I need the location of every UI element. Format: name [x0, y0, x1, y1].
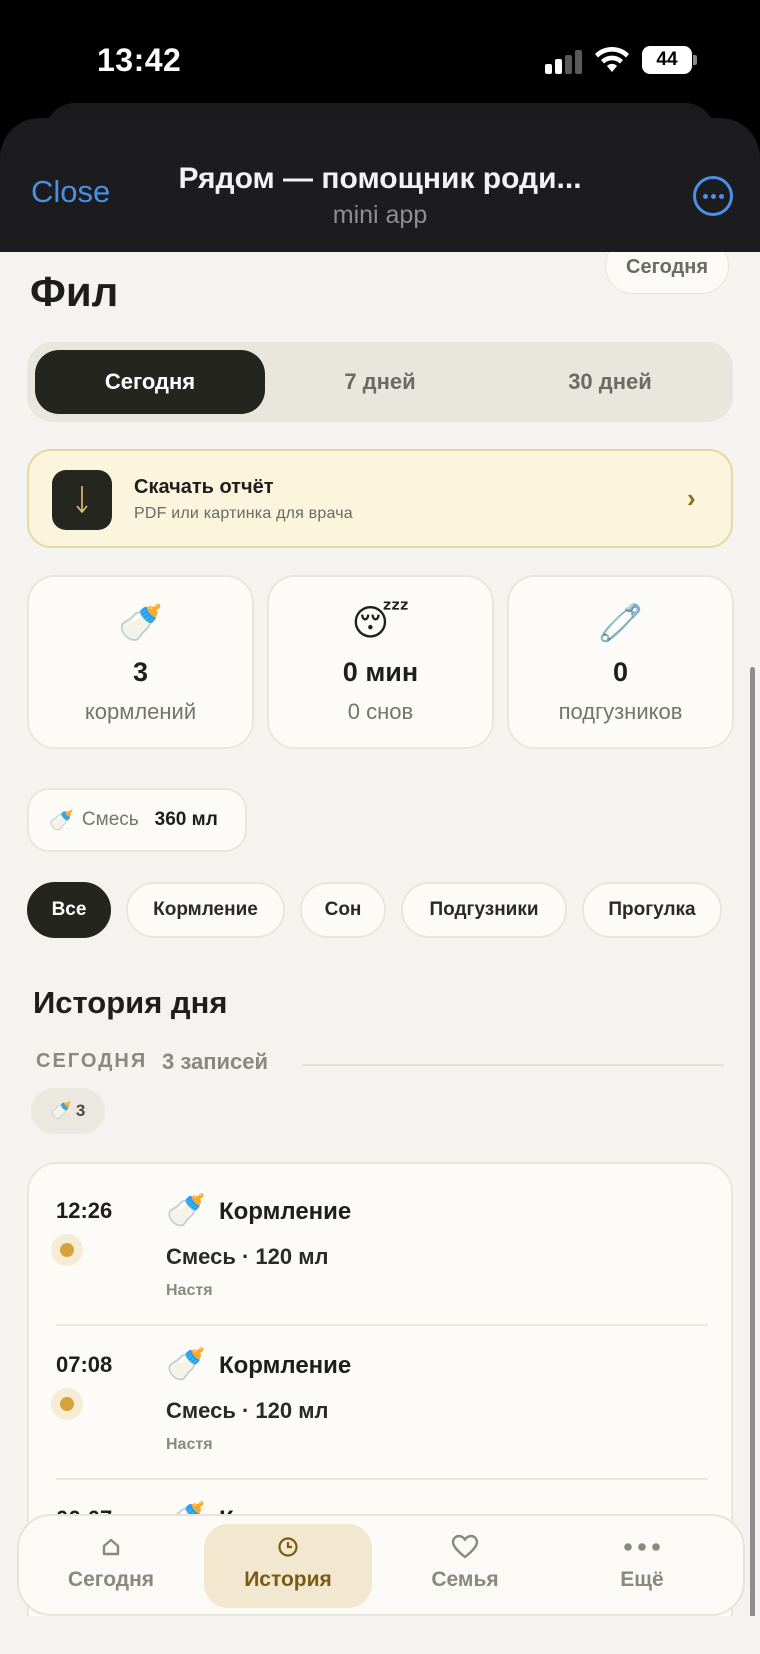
- baby-bottle-icon: 🍼: [166, 1346, 206, 1382]
- history-title: История дня: [33, 985, 228, 1020]
- stat-value: 0 мин: [342, 657, 419, 687]
- baby-bottle-icon: 🍼: [118, 602, 163, 643]
- formula-summary-chip: 🍼 Смесь 360 мл: [27, 788, 247, 852]
- stat-value: 0: [612, 657, 629, 687]
- status-time: 13:42: [97, 42, 182, 78]
- entry-time: 12:26: [56, 1198, 113, 1223]
- tab-7-days[interactable]: 7 дней: [265, 350, 495, 414]
- battery-tip: [693, 55, 697, 65]
- more-options-button[interactable]: [693, 176, 733, 216]
- filter-diapers[interactable]: Подгузники: [401, 882, 567, 938]
- baby-bottle-icon: 🍼: [50, 1101, 72, 1120]
- stat-label: подгузников: [558, 699, 683, 724]
- tab-today[interactable]: Сегодня: [35, 350, 265, 414]
- download-icon: [52, 470, 112, 530]
- mini-app-header: Close Рядом — помощник роди... mini app: [0, 118, 760, 252]
- close-button[interactable]: Close: [31, 174, 110, 210]
- bottom-navigation: Сегодня История Семья Ещё: [17, 1514, 745, 1616]
- cellular-signal-icon: [545, 50, 583, 74]
- clock-icon: [204, 1534, 372, 1560]
- history-entry[interactable]: 07:08 🍼 Кормление Смесь · 120 мл Настя: [29, 1318, 731, 1472]
- entry-author: Настя: [166, 1436, 213, 1453]
- safety-pin-icon: 🧷: [598, 602, 643, 643]
- stat-card-diapers: 🧷 0 подгузников: [507, 575, 734, 749]
- today-pill[interactable]: Сегодня: [605, 252, 730, 294]
- stat-card-sleep: 😴 0 мин 0 снов: [267, 575, 494, 749]
- feeding-count-chip: 🍼 3: [31, 1088, 105, 1134]
- chevron-right-icon: ›: [687, 483, 696, 513]
- timeline-dot: [51, 1388, 83, 1420]
- bottom-safe-area: [0, 1616, 760, 1654]
- entry-time: 07:08: [56, 1352, 113, 1377]
- sleeping-face-icon: 😴: [351, 602, 410, 643]
- scrollbar[interactable]: [750, 667, 755, 1635]
- filter-sleep[interactable]: Сон: [300, 882, 386, 938]
- timeline-dot: [51, 1234, 83, 1266]
- nav-label: Сегодня: [67, 1568, 155, 1591]
- entries-count: 3 записей: [162, 1049, 269, 1074]
- filter-feeding[interactable]: Кормление: [126, 882, 285, 938]
- entry-title: Кормление: [219, 1352, 352, 1379]
- heart-icon: [381, 1534, 549, 1560]
- entry-title: Кормление: [219, 1198, 352, 1225]
- history-entry[interactable]: 12:26 🍼 Кормление Смесь · 120 мл Настя: [29, 1164, 731, 1318]
- entry-detail: Смесь · 120 мл: [166, 1244, 329, 1269]
- report-title: Скачать отчёт: [134, 476, 274, 498]
- stat-value: 3: [132, 657, 149, 687]
- download-report-card[interactable]: Скачать отчёт PDF или картинка для врача…: [27, 449, 733, 548]
- nav-family[interactable]: Семья: [381, 1524, 549, 1608]
- formula-value: 360 мл: [154, 809, 218, 830]
- nav-history[interactable]: История: [204, 1524, 372, 1608]
- main-content: Сегодня Фил Сегодня 7 дней 30 дней Скача…: [0, 252, 760, 1654]
- wifi-icon: [595, 46, 629, 72]
- stat-card-feedings: 🍼 3 кормлений: [27, 575, 254, 749]
- baby-bottle-icon: 🍼: [166, 1192, 206, 1228]
- battery-indicator: 44: [642, 46, 692, 74]
- entry-detail: Смесь · 120 мл: [166, 1398, 329, 1423]
- nav-label: Семья: [431, 1568, 499, 1591]
- home-icon: [27, 1534, 195, 1560]
- filter-all[interactable]: Все: [27, 882, 111, 938]
- tab-30-days[interactable]: 30 дней: [495, 350, 725, 414]
- stat-label: кормлений: [84, 699, 197, 724]
- nav-today[interactable]: Сегодня: [27, 1524, 195, 1608]
- nav-label: История: [244, 1568, 332, 1591]
- report-subtitle: PDF или картинка для врача: [134, 505, 353, 522]
- filter-walk[interactable]: Прогулка: [582, 882, 722, 938]
- status-bar: 13:42 44: [0, 0, 760, 110]
- formula-label: Смесь: [81, 809, 139, 830]
- divider: [302, 1064, 724, 1066]
- nav-label: Ещё: [620, 1568, 664, 1591]
- period-segmented-control: Сегодня 7 дней 30 дней: [27, 342, 733, 422]
- day-label: сегодня: [36, 1050, 148, 1072]
- entry-author: Настя: [166, 1282, 213, 1299]
- baby-bottle-icon: 🍼: [49, 809, 74, 832]
- nav-more[interactable]: Ещё: [558, 1524, 726, 1608]
- stat-label: 0 снов: [347, 699, 414, 724]
- app-title: Рядом — помощник роди...: [178, 162, 582, 195]
- child-name: Фил: [30, 268, 119, 315]
- more-dots-icon: [558, 1534, 726, 1560]
- app-subtitle: mini app: [332, 201, 428, 229]
- feeding-count: 3: [75, 1101, 86, 1120]
